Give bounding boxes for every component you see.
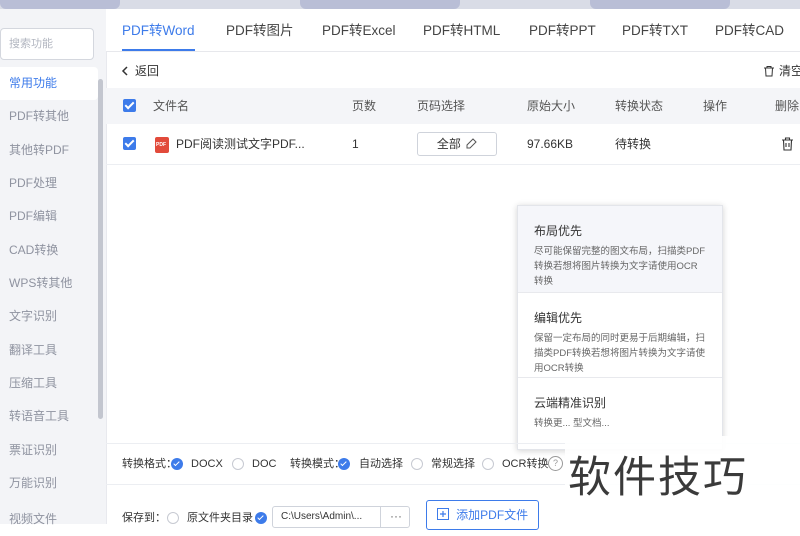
tab-pdf-to-html[interactable]: PDF转HTML [423,9,500,51]
top-strip-shape [0,0,120,9]
top-strip-shape [300,0,460,9]
radio-normal-select[interactable] [411,458,423,470]
normal-select-label: 常规选择 [431,458,475,470]
sidebar-item-tts[interactable]: 转语音工具 [0,400,98,433]
sidebar: 搜索功能 常用功能 PDF转其他 其他转PDF PDF处理 PDF编辑 CAD转… [0,9,107,526]
add-file-icon [436,508,449,520]
tab-pdf-to-image[interactable]: PDF转图片 [226,9,294,51]
sidebar-item-ocr[interactable]: 文字识别 [0,300,98,333]
clear-label: 清空 [779,64,800,78]
radio-source-folder[interactable] [167,512,179,524]
row-filename: PDF阅读测试文字PDF... [176,137,305,151]
sidebar-item-pdf-process[interactable]: PDF处理 [0,167,98,200]
delete-icon[interactable] [781,137,794,151]
ocr-label: OCR转换 [502,458,549,470]
sidebar-item-wps[interactable]: WPS转其他 [0,267,98,300]
option-edit-priority[interactable]: 编辑优先 保留一定布局的同时更易于后期编辑，扫描类PDF转换若想将图片转换为文字… [518,293,722,378]
row-status: 待转换 [615,137,652,151]
option-desc: 尽可能保留完整的图文布局，扫描类PDF转换若想将图片转换为文字请使用OCR转换 [534,246,706,287]
option-desc: 转换更... 型文档... [534,418,610,429]
sidebar-item-compress[interactable]: 压缩工具 [0,367,98,400]
option-desc: 保留一定布局的同时更易于后期编辑，扫描类PDF转换若想将图片转换为文字请使用OC… [534,333,706,374]
option-layout-priority[interactable]: 布局优先 尽可能保留完整的图文布局，扫描类PDF转换若想将图片转换为文字请使用O… [518,206,722,293]
tab-pdf-to-cad[interactable]: PDF转CAD [715,9,784,51]
header-page-select: 页码选择 [417,99,466,113]
header-status: 转换状态 [615,99,664,113]
chevron-left-icon [121,65,128,76]
page-select-button[interactable]: 全部 [417,132,497,156]
search-input[interactable]: 搜索功能 [0,28,94,60]
trash-icon [764,65,774,76]
sidebar-item-other-to-pdf[interactable]: 其他转PDF [0,134,98,167]
radio-doc[interactable] [232,458,244,470]
sidebar-item-pdf-to-other[interactable]: PDF转其他 [0,100,98,133]
option-title: 编辑优先 [534,311,583,325]
select-all-checkbox[interactable] [123,99,136,112]
tab-pdf-to-ppt[interactable]: PDF转PPT [529,9,596,51]
doc-label: DOC [252,458,277,470]
tab-bar: PDF转Word PDF转图片 PDF转Excel PDF转HTML PDF转P… [106,9,800,52]
format-label: 转换格式： [122,458,177,470]
clear-button[interactable]: 清空 [763,62,800,79]
sidebar-item-ticket[interactable]: 票证识别 [0,434,98,467]
top-strip-shape [590,0,730,9]
sidebar-scrollbar[interactable] [98,79,103,419]
option-title: 云端精准识别 [534,396,607,410]
back-label: 返回 [135,64,160,78]
add-pdf-label: 添加PDF文件 [456,508,529,522]
radio-auto-select[interactable] [338,458,350,470]
sidebar-item-video[interactable]: 视频文件 [0,503,98,536]
back-button[interactable]: 返回 [121,62,159,79]
sidebar-item-pdf-edit[interactable]: PDF编辑 [0,200,98,233]
radio-custom-path[interactable] [255,512,267,524]
tab-pdf-to-excel[interactable]: PDF转Excel [322,9,396,51]
docx-label: DOCX [191,458,223,470]
row-checkbox[interactable] [123,137,136,150]
table-header: 文件名 页数 页码选择 原始大小 转换状态 操作 删除 [106,88,800,124]
header-pages: 页数 [352,99,377,113]
sidebar-item-cad[interactable]: CAD转换 [0,234,98,267]
edit-icon [466,138,477,149]
conversion-mode-dropdown: 布局优先 尽可能保留完整的图文布局，扫描类PDF转换若想将图片转换为文字请使用O… [517,205,723,450]
auto-select-label: 自动选择 [359,458,403,470]
sidebar-item-universal[interactable]: 万能识别 [0,467,98,500]
row-pages: 1 [352,137,359,151]
radio-docx[interactable] [171,458,183,470]
sidebar-item-translate[interactable]: 翻译工具 [0,334,98,367]
tab-pdf-to-word[interactable]: PDF转Word [122,9,195,51]
add-pdf-button[interactable]: 添加PDF文件 [426,500,539,530]
watermark-text: 软件技巧 [568,453,748,503]
header-action: 操作 [703,99,728,113]
option-title: 布局优先 [534,224,583,238]
mode-label: 转换模式： [290,458,345,470]
sidebar-item-common[interactable]: 常用功能 [0,67,98,100]
help-icon[interactable]: ? [548,456,563,471]
page-select-label: 全部 [436,137,461,151]
row-size: 97.66KB [527,137,574,151]
radio-ocr[interactable] [482,458,494,470]
header-size: 原始大小 [527,99,576,113]
header-delete: 删除 [775,99,800,113]
pdf-file-icon [155,137,169,153]
window-top-strip [0,0,800,9]
header-filename: 文件名 [153,99,190,113]
tab-pdf-to-txt[interactable]: PDF转TXT [622,9,688,51]
browse-path-button[interactable]: ··· [380,506,411,528]
